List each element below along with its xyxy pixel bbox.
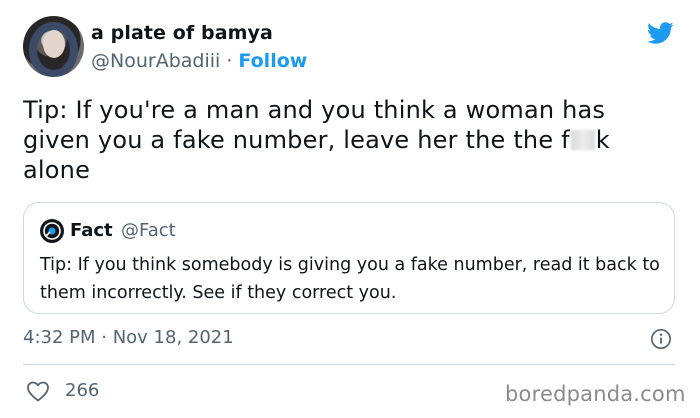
tweet-timestamp[interactable]: 4:32 PM · Nov 18, 2021 <box>23 327 234 348</box>
like-count: 266 <box>65 380 100 401</box>
quoted-tweet-card[interactable]: Fact @Fact Tip: If you think somebody is… <box>23 202 675 314</box>
quoted-avatar <box>40 219 64 243</box>
watermark: boredpanda.com <box>505 382 686 406</box>
follow-button[interactable]: Follow <box>238 50 307 72</box>
info-icon[interactable] <box>650 328 672 350</box>
divider <box>23 364 675 365</box>
author-display-name[interactable]: a plate of bamya <box>91 22 273 44</box>
quoted-name: Fact <box>70 220 113 241</box>
censor-blur <box>570 130 595 150</box>
handle-separator: · <box>220 50 239 72</box>
tweet-text: Tip: If you're a man and you think a wom… <box>23 95 673 185</box>
quoted-text: Tip: If you think somebody is giving you… <box>40 255 660 303</box>
heart-icon[interactable] <box>26 380 50 402</box>
avatar-face <box>43 30 65 58</box>
twitter-bird-icon[interactable] <box>644 19 676 47</box>
fact-logo-icon <box>41 220 63 242</box>
author-handle[interactable]: @NourAbadiii <box>91 50 220 72</box>
quoted-handle: @Fact <box>121 220 176 241</box>
author-avatar[interactable] <box>23 16 84 77</box>
author-handle-line: @NourAbadiii · Follow <box>91 50 307 72</box>
tweet-text-before: Tip: If you're a man and you think a wom… <box>23 96 606 154</box>
